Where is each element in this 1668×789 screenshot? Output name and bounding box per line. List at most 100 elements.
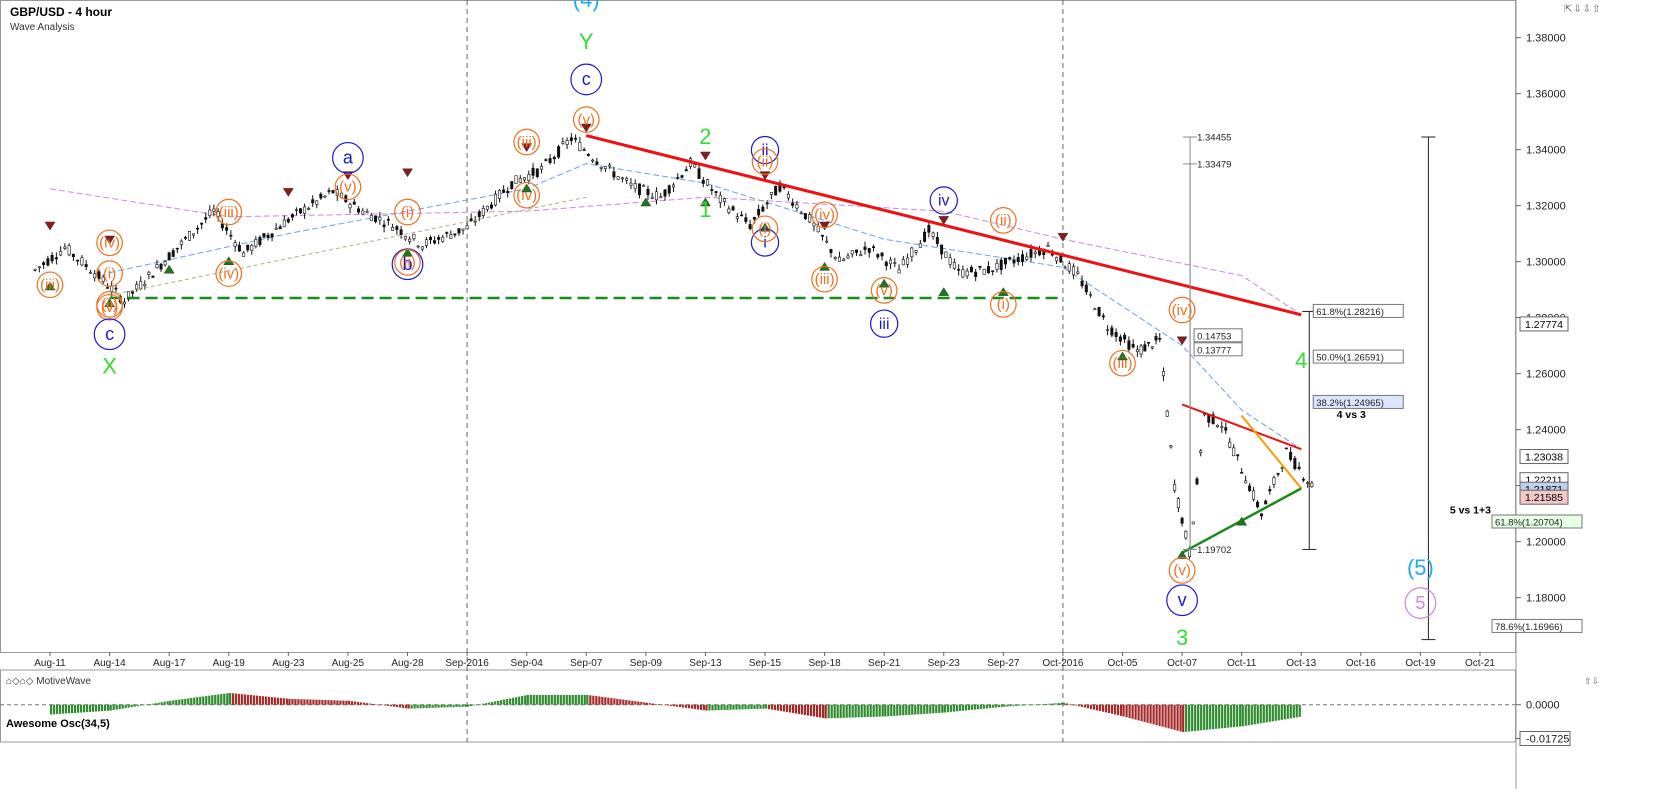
candle-body bbox=[420, 246, 424, 250]
oscillator-bar bbox=[705, 704, 708, 711]
x-tick-label: Sep-15 bbox=[749, 658, 782, 669]
candle-body bbox=[449, 234, 453, 239]
oscillator-bar bbox=[571, 694, 574, 705]
candle-body bbox=[1020, 254, 1024, 262]
candle-body bbox=[1012, 259, 1016, 264]
oscillator-bar bbox=[270, 697, 273, 705]
oscillator-bar bbox=[1122, 704, 1125, 717]
candle-body bbox=[582, 149, 586, 151]
oscillator-bar bbox=[1098, 704, 1102, 712]
candle-body bbox=[523, 177, 527, 181]
oscillator-bar bbox=[929, 704, 932, 714]
candle-body bbox=[586, 154, 590, 156]
candle-body bbox=[171, 250, 175, 257]
candle-body bbox=[151, 275, 155, 278]
candle-body bbox=[114, 287, 118, 290]
candle-body bbox=[927, 225, 931, 233]
candle-body bbox=[1199, 450, 1203, 454]
oscillator-bar bbox=[544, 694, 547, 705]
oscillator-bar bbox=[1149, 704, 1152, 724]
candle-body bbox=[786, 193, 790, 199]
oscillator-bar bbox=[1155, 704, 1158, 726]
candle-body bbox=[935, 236, 939, 244]
scroll-controls[interactable]: ⇧⇩ bbox=[1584, 676, 1599, 687]
oscillator-bar bbox=[1110, 704, 1114, 714]
oscillator-bar bbox=[801, 704, 804, 715]
oscillator-bar bbox=[926, 704, 929, 714]
oscillator-bar bbox=[193, 697, 196, 705]
oscillator-bar bbox=[95, 704, 98, 712]
analysis-note: 4 vs 3 bbox=[1337, 409, 1366, 421]
oscillator-bar bbox=[1092, 704, 1096, 710]
oscillator-bar bbox=[503, 699, 506, 705]
oscillator-bar bbox=[905, 704, 908, 716]
oscillator-bar bbox=[914, 704, 917, 715]
oscillator-bar bbox=[920, 704, 923, 715]
oscillator-bar bbox=[696, 704, 700, 710]
oscillator-bar bbox=[830, 704, 833, 719]
candle-body bbox=[1220, 426, 1224, 428]
oscillator-bar bbox=[970, 704, 973, 710]
oscillator-bar bbox=[878, 704, 881, 717]
candle-body bbox=[599, 167, 603, 169]
x-tick-label: Oct-16 bbox=[1346, 658, 1376, 669]
oscillator-bar bbox=[1101, 704, 1105, 712]
trendline bbox=[1181, 403, 1302, 451]
oscillator-bar bbox=[255, 695, 258, 705]
candle-body bbox=[290, 214, 294, 218]
oscillator-bar bbox=[1191, 704, 1194, 732]
oscillator-bar bbox=[333, 700, 336, 705]
oscillator-bar bbox=[181, 699, 184, 705]
oscillator-bar bbox=[777, 704, 780, 711]
price-chart[interactable]: 1.380001.360001.340001.320001.300001.280… bbox=[0, 0, 1668, 789]
oscillator-bar bbox=[1137, 704, 1140, 721]
oscillator-bar bbox=[1086, 704, 1090, 709]
candle-body bbox=[242, 252, 246, 257]
oscillator-bar bbox=[1289, 704, 1292, 719]
candle-body bbox=[1224, 427, 1228, 431]
candle-body bbox=[76, 259, 80, 262]
oscillator-bar bbox=[196, 697, 199, 705]
oscillator-bar bbox=[410, 704, 413, 709]
oscillator-bar bbox=[425, 704, 428, 709]
wave-label: (iii) bbox=[1113, 355, 1133, 372]
oscillator-bar bbox=[952, 704, 955, 712]
window-controls[interactable]: ⇱⇩⇩⇧ bbox=[1564, 4, 1602, 15]
wave-label: 2 bbox=[699, 124, 711, 149]
oscillator-bar bbox=[491, 701, 494, 705]
wave-label: (ii) bbox=[995, 212, 1012, 229]
trendline bbox=[1240, 414, 1303, 490]
oscillator-bar bbox=[321, 699, 324, 705]
oscillator-bar bbox=[1119, 704, 1123, 716]
oscillator-bar bbox=[273, 697, 276, 705]
oscillator-bar bbox=[434, 704, 437, 708]
x-tick-label: Sep-2016 bbox=[445, 658, 489, 669]
oscillator-bar bbox=[553, 694, 556, 705]
candle-body bbox=[270, 233, 274, 238]
oscillator-bar bbox=[83, 704, 86, 713]
oscillator-bar bbox=[56, 704, 59, 715]
oscillator-bar bbox=[1033, 704, 1036, 706]
oscillator-bar bbox=[988, 704, 991, 709]
oscillator-bar bbox=[958, 704, 961, 712]
oscillator-bar bbox=[330, 700, 333, 705]
candle-body bbox=[625, 178, 629, 181]
candle-body bbox=[957, 269, 961, 271]
oscillator-bars bbox=[50, 692, 1301, 733]
x-tick-label: Aug-25 bbox=[332, 658, 365, 669]
oscillator-bar bbox=[938, 704, 941, 713]
oscillator-bar bbox=[1134, 704, 1137, 720]
candle-body bbox=[633, 183, 637, 190]
oscillator-bar bbox=[1182, 704, 1185, 733]
candle-body bbox=[578, 142, 582, 152]
wave-label: (iii) bbox=[815, 271, 835, 288]
oscillator-bar bbox=[187, 698, 190, 705]
candle-body bbox=[540, 166, 544, 170]
oscillator-bar bbox=[133, 704, 136, 707]
oscillator-bar bbox=[833, 704, 836, 719]
oscillator-bar bbox=[86, 704, 89, 713]
oscillator-bar bbox=[896, 704, 899, 716]
candle-body bbox=[80, 257, 84, 266]
candle-body bbox=[1080, 280, 1084, 287]
candle-body bbox=[67, 245, 71, 256]
